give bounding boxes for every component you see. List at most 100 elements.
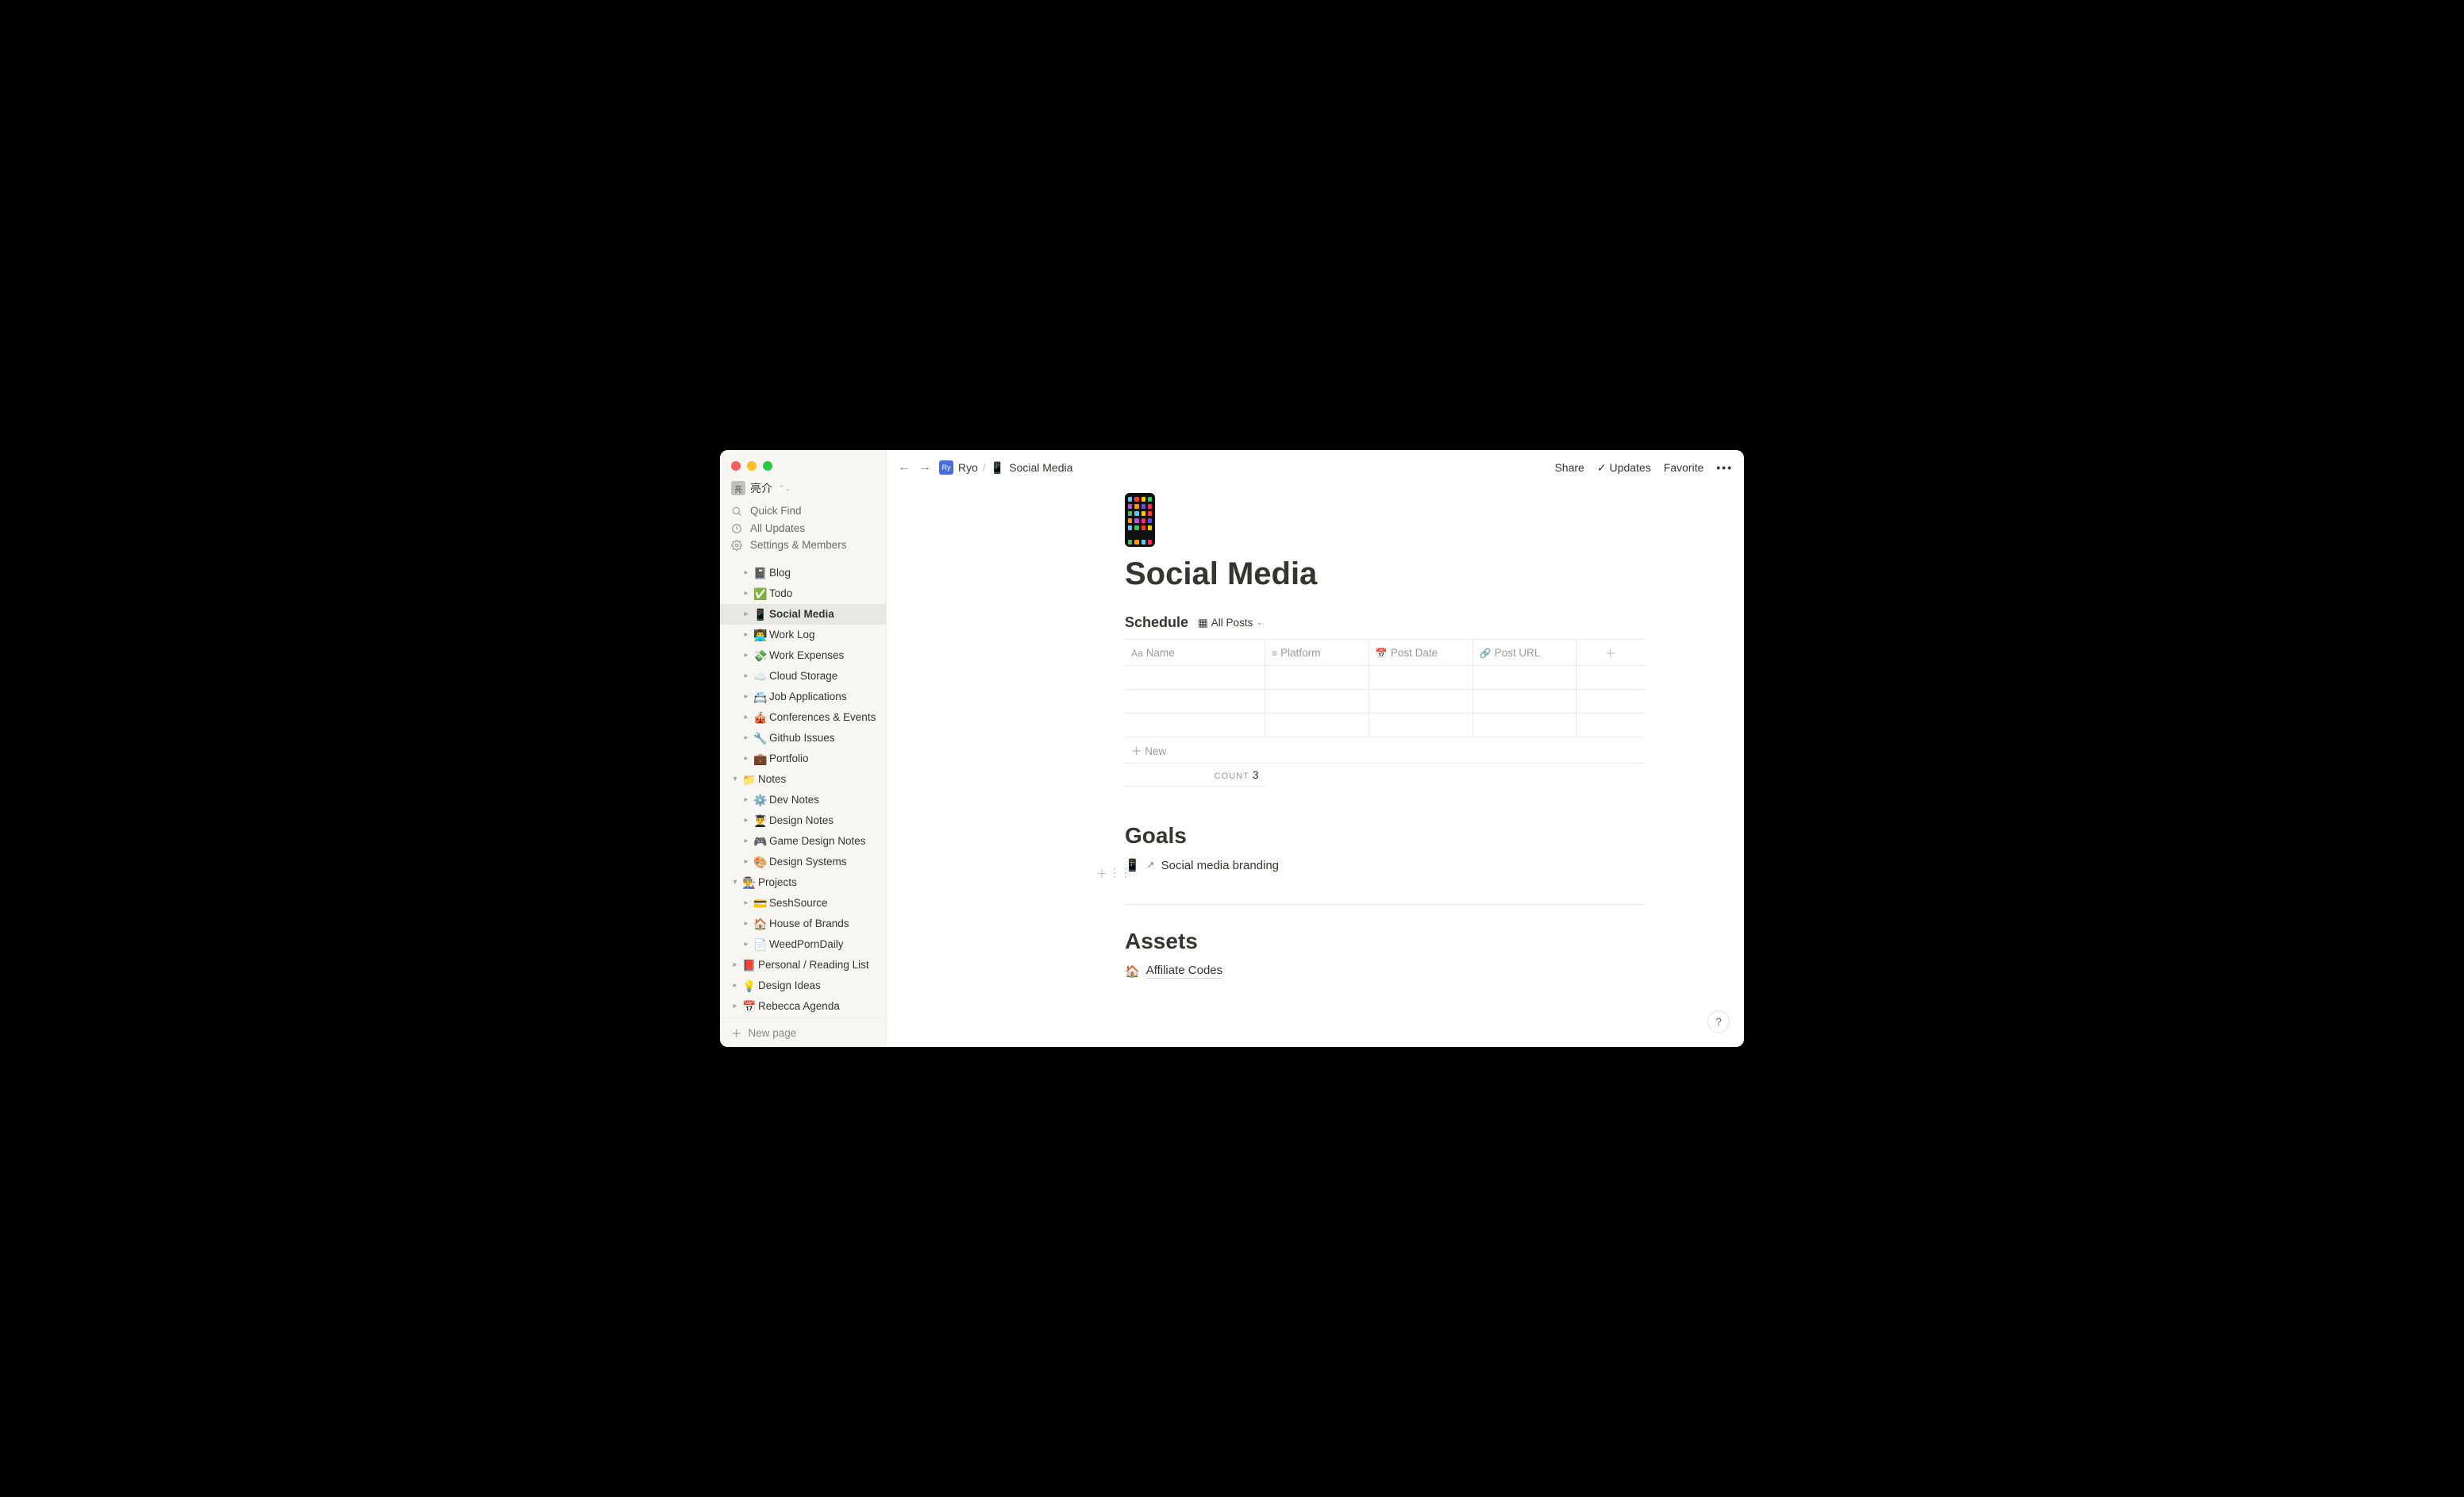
page-icon: 📇 bbox=[753, 688, 768, 706]
column-header-post-url[interactable]: 🔗Post URL bbox=[1473, 640, 1577, 666]
sidebar-item[interactable]: ▸👨‍🎓Design Notes bbox=[720, 810, 886, 831]
chevron-right-icon[interactable]: ▸ bbox=[739, 791, 753, 809]
sidebar-item[interactable]: ▾📁Notes bbox=[720, 769, 886, 790]
breadcrumb-page[interactable]: Social Media bbox=[1009, 461, 1072, 474]
page-title[interactable]: Social Media bbox=[1125, 556, 1644, 592]
quick-find[interactable]: Quick Find bbox=[720, 502, 886, 519]
breadcrumb-separator: / bbox=[983, 461, 986, 474]
chevron-right-icon[interactable]: ▸ bbox=[728, 956, 742, 974]
heading-goals[interactable]: Goals bbox=[1125, 823, 1644, 849]
breadcrumb-user-avatar[interactable]: Ry bbox=[939, 460, 953, 475]
chevron-right-icon[interactable]: ▸ bbox=[739, 709, 753, 726]
table-row[interactable] bbox=[1125, 714, 1644, 737]
page-icon: 🏠 bbox=[753, 915, 768, 933]
linked-page-assets[interactable]: 🏠 Affiliate Codes bbox=[1125, 964, 1644, 979]
page-icon: 📅 bbox=[742, 998, 757, 1015]
sidebar-item[interactable]: ▸📱Social Media bbox=[720, 604, 886, 625]
chevron-right-icon[interactable]: ▸ bbox=[739, 895, 753, 912]
chevron-right-icon[interactable]: ▸ bbox=[739, 647, 753, 664]
chevron-updown-icon: ⌃⌄ bbox=[779, 484, 791, 493]
maximize-window-button[interactable] bbox=[763, 461, 772, 471]
all-updates[interactable]: All Updates bbox=[720, 519, 886, 536]
column-header-post-date[interactable]: 📅Post Date bbox=[1369, 640, 1473, 666]
share-button[interactable]: Share bbox=[1554, 461, 1584, 474]
sidebar-item[interactable]: ▸⚙️Dev Notes bbox=[720, 790, 886, 810]
column-header-name[interactable]: AaName bbox=[1125, 640, 1265, 666]
add-block-button[interactable]: ＋ bbox=[1096, 866, 1107, 882]
page-icon: 📱 bbox=[753, 606, 768, 623]
link-icon: 🔗 bbox=[1480, 648, 1492, 659]
new-page-button[interactable]: ＋ New page bbox=[720, 1018, 886, 1047]
chevron-right-icon[interactable]: ▸ bbox=[739, 729, 753, 747]
database-view-picker[interactable]: ▦ All Posts ⌄ bbox=[1198, 617, 1263, 629]
back-button[interactable]: ← bbox=[898, 460, 911, 475]
sidebar-item[interactable]: ▸🎮Game Design Notes bbox=[720, 831, 886, 852]
sidebar-item[interactable]: ▸📅Rebecca Agenda bbox=[720, 996, 886, 1017]
gear-icon bbox=[731, 539, 744, 551]
topbar-actions: Share ✓ Updates Favorite ••• bbox=[1554, 461, 1733, 475]
quick-find-label: Quick Find bbox=[750, 505, 802, 517]
page-icon: 👨‍🏭 bbox=[742, 874, 757, 891]
drag-handle-icon[interactable]: ⋮⋮ bbox=[1109, 866, 1131, 882]
sidebar-item-label: Dev Notes bbox=[769, 791, 819, 809]
sidebar-item[interactable]: ▸👨‍💻Work Log bbox=[720, 625, 886, 645]
sidebar-item[interactable]: ▸📇Job Applications bbox=[720, 687, 886, 707]
settings-members[interactable]: Settings & Members bbox=[720, 537, 886, 553]
help-button[interactable]: ? bbox=[1707, 1010, 1730, 1033]
sidebar-item[interactable]: ▸📕Personal / Reading List bbox=[720, 955, 886, 976]
close-window-button[interactable] bbox=[731, 461, 741, 471]
chevron-right-icon[interactable]: ▸ bbox=[739, 606, 753, 623]
favorite-button[interactable]: Favorite bbox=[1664, 461, 1704, 474]
chevron-right-icon[interactable]: ▸ bbox=[739, 668, 753, 685]
sidebar-item[interactable]: ▸💳SeshSource bbox=[720, 893, 886, 914]
sidebar-item[interactable]: ▸💡Design Ideas bbox=[720, 976, 886, 996]
chevron-right-icon[interactable]: ▸ bbox=[739, 626, 753, 644]
chevron-right-icon[interactable]: ▸ bbox=[728, 977, 742, 995]
add-column-button[interactable]: ＋ bbox=[1577, 640, 1644, 666]
database-new-row[interactable]: ＋ New bbox=[1125, 737, 1644, 764]
chevron-right-icon[interactable]: ▸ bbox=[739, 915, 753, 933]
chevron-right-icon[interactable]: ▸ bbox=[739, 585, 753, 602]
chevron-right-icon[interactable]: ▸ bbox=[739, 853, 753, 871]
workspace-switcher[interactable]: 亮 亮介 ⌃⌄ bbox=[720, 479, 886, 502]
sidebar-item[interactable]: ▸☁️Cloud Storage bbox=[720, 666, 886, 687]
chevron-down-icon[interactable]: ▾ bbox=[728, 771, 742, 788]
sidebar-item[interactable]: ▾👨‍🏭Projects bbox=[720, 872, 886, 893]
sidebar-item-label: Notes bbox=[758, 771, 786, 788]
page-icon[interactable] bbox=[1125, 493, 1644, 547]
page-icon: 🎮 bbox=[753, 833, 768, 850]
linked-page-goals[interactable]: 📱 ↗ Social media branding bbox=[1125, 858, 1644, 872]
chevron-right-icon[interactable]: ▸ bbox=[739, 688, 753, 706]
table-row[interactable] bbox=[1125, 666, 1644, 690]
chevron-right-icon[interactable]: ▸ bbox=[739, 833, 753, 850]
chevron-down-icon[interactable]: ▾ bbox=[728, 874, 742, 891]
chevron-right-icon[interactable]: ▸ bbox=[739, 936, 753, 953]
sidebar-item[interactable]: ▸💼Portfolio bbox=[720, 748, 886, 769]
forward-button[interactable]: → bbox=[918, 460, 931, 475]
chevron-right-icon[interactable]: ▸ bbox=[739, 564, 753, 582]
more-menu-button[interactable]: ••• bbox=[1716, 461, 1733, 474]
table-row[interactable] bbox=[1125, 690, 1644, 714]
sidebar-item[interactable]: ▸🏠House of Brands bbox=[720, 914, 886, 934]
database-title[interactable]: Schedule bbox=[1125, 614, 1188, 631]
sidebar-item[interactable]: ▸🎨Design Systems bbox=[720, 852, 886, 872]
sidebar-item[interactable]: ▸📄WeedPornDaily bbox=[720, 934, 886, 955]
table-icon: ▦ bbox=[1198, 617, 1208, 629]
sidebar-item[interactable]: ▸🎪Conferences & Events bbox=[720, 707, 886, 728]
sidebar-item[interactable]: ▸📓Blog bbox=[720, 563, 886, 583]
sidebar-item[interactable]: ▸✅Todo bbox=[720, 583, 886, 604]
chevron-right-icon[interactable]: ▸ bbox=[739, 812, 753, 829]
window-controls bbox=[720, 450, 886, 479]
sidebar-item-label: Design Systems bbox=[769, 853, 847, 871]
updates-button[interactable]: ✓ Updates bbox=[1597, 461, 1651, 475]
minimize-window-button[interactable] bbox=[747, 461, 757, 471]
breadcrumb-user[interactable]: Ryo bbox=[958, 461, 978, 474]
page-icon: 💳 bbox=[753, 895, 768, 912]
sidebar-item-label: Design Ideas bbox=[758, 977, 821, 995]
sidebar-item[interactable]: ▸💸Work Expenses bbox=[720, 645, 886, 666]
heading-assets[interactable]: Assets bbox=[1125, 929, 1644, 954]
column-header-platform[interactable]: ≡Platform bbox=[1265, 640, 1369, 666]
sidebar-item[interactable]: ▸🔧Github Issues bbox=[720, 728, 886, 748]
chevron-right-icon[interactable]: ▸ bbox=[728, 998, 742, 1015]
chevron-right-icon[interactable]: ▸ bbox=[739, 750, 753, 768]
